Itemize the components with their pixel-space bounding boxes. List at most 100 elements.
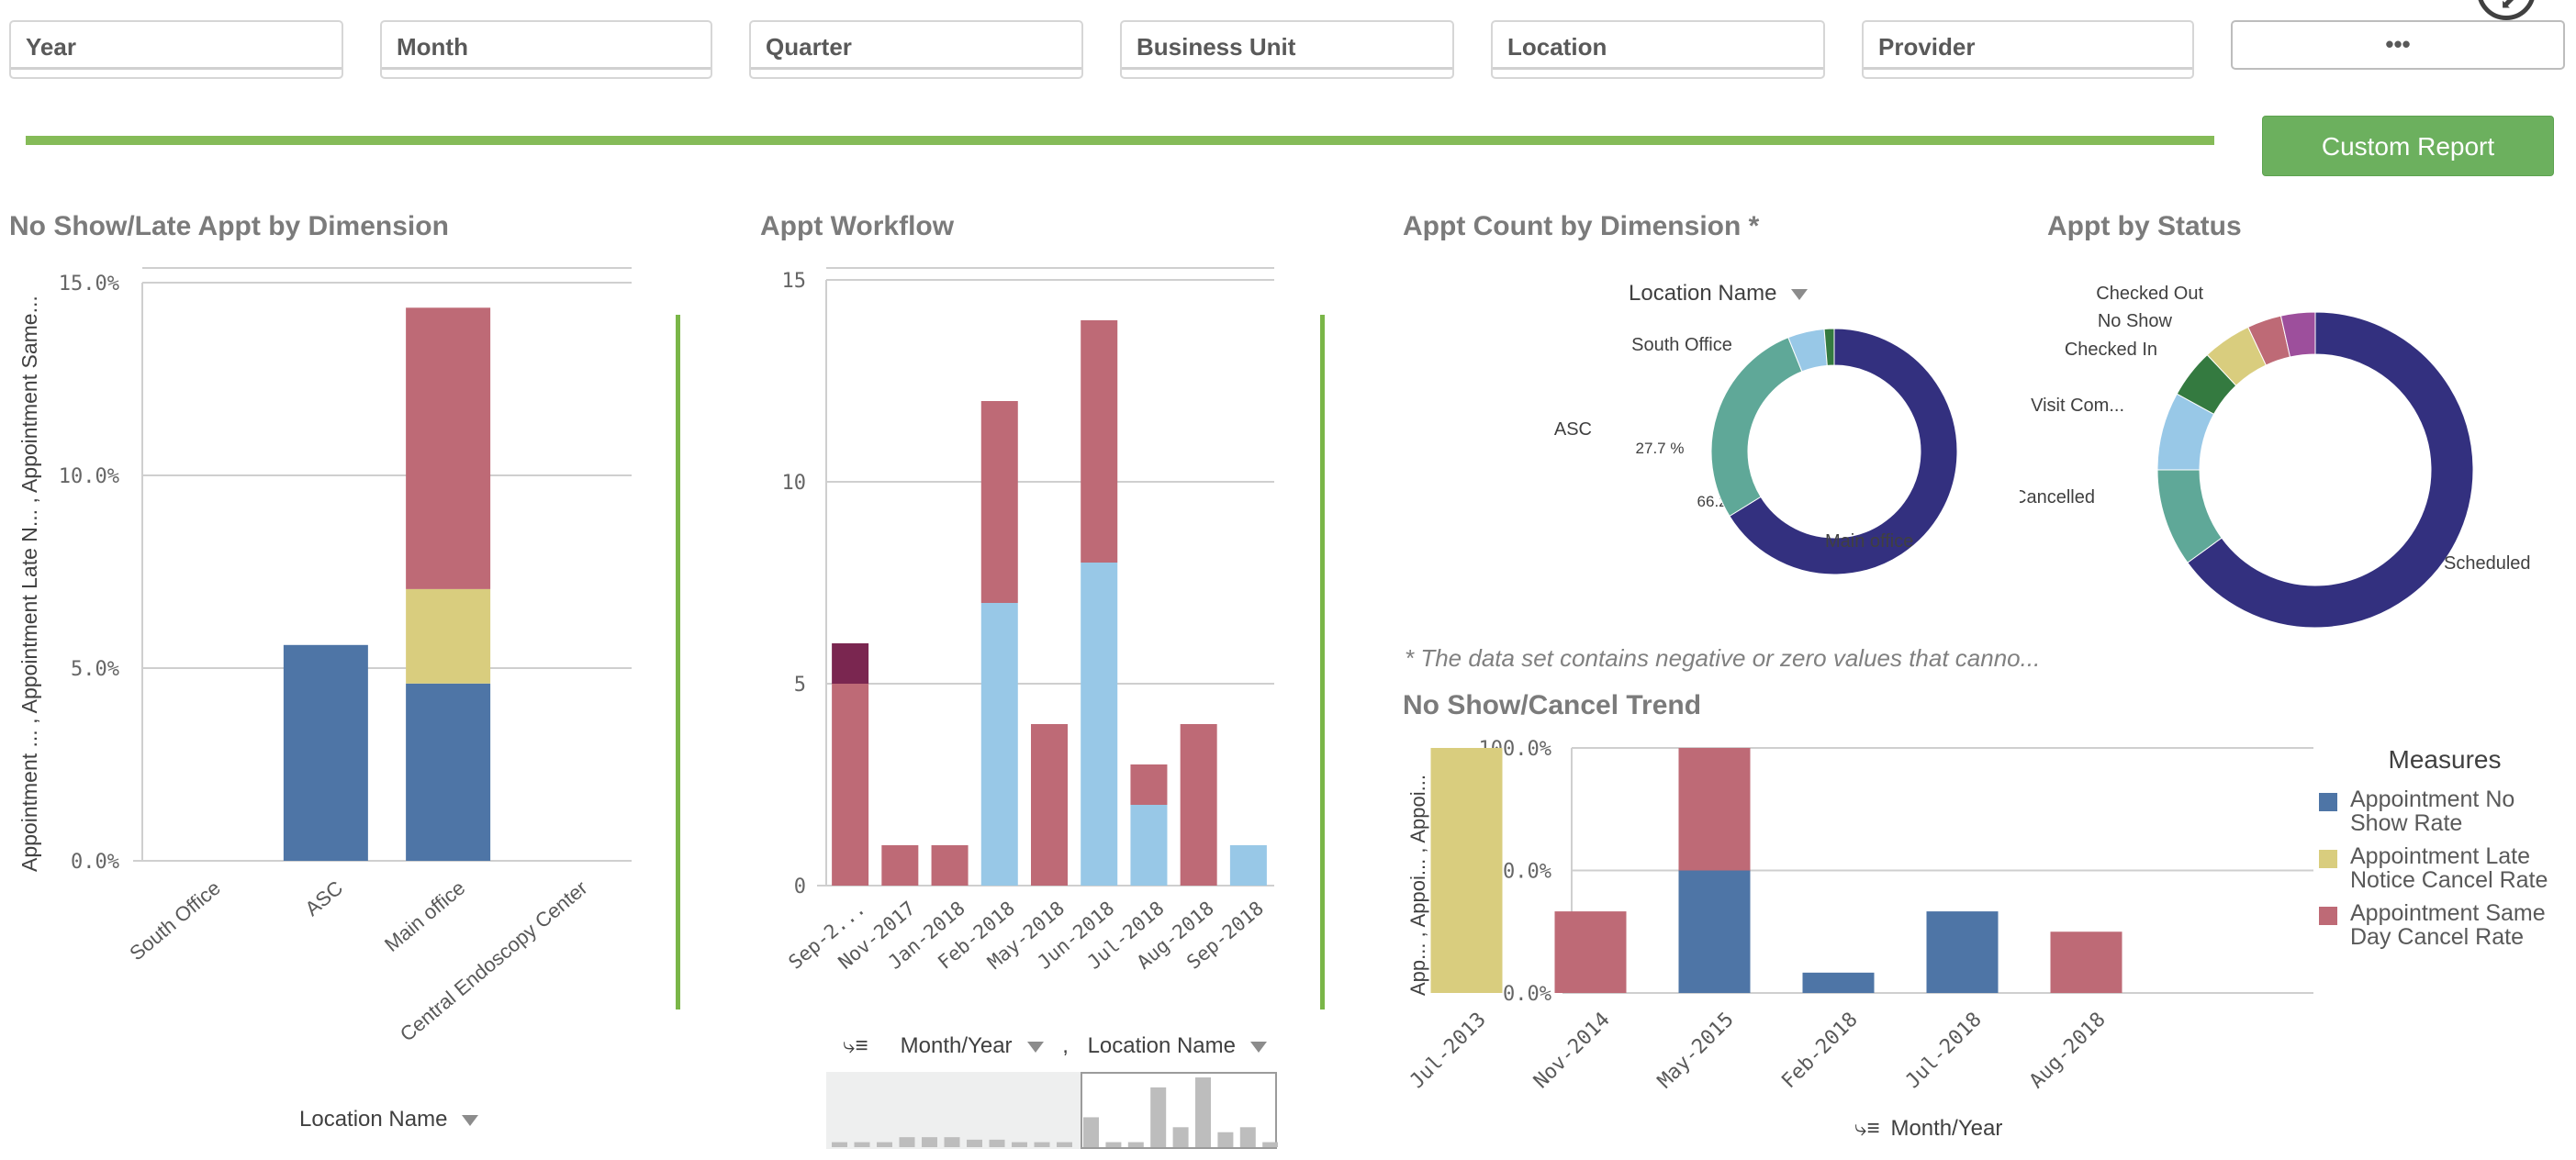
trend-chart[interactable]: 0.0%50.0%100.0%Jul-2013 Nov-2014 May-2015 F… [1395,725,2313,1092]
minimap-bar [1057,1142,1072,1147]
more-filters-button[interactable]: ••• [2231,20,2565,70]
bar-segment [1031,724,1068,886]
slice-label: ASC [1554,419,1592,440]
y-tick-label: 0.0% [1503,983,1551,1006]
minimap-bar [1034,1142,1050,1147]
dimension-selector-location[interactable]: Location Name [1629,281,1809,307]
bar-segment [1229,845,1267,886]
panel-divider [1320,315,1325,1009]
minimap-bar [1083,1117,1099,1147]
slice-label: Checked In [2065,340,2157,360]
dimension-selector-month-year[interactable]: Month/Year [901,1033,1044,1058]
minimap-bar [832,1142,847,1147]
panel-title-workflow: Appt Workflow [760,211,955,241]
filter-label: Business Unit [1137,33,1296,61]
panel-divider [676,315,680,1009]
bar-segment [406,588,491,684]
bar-segment [832,643,869,684]
dimension-selector-location[interactable]: Location Name [1088,1033,1267,1058]
workflow-chart[interactable]: 051015Sep-2...Nov-2017Jan-2018Feb-2018Ma… [734,257,1322,1009]
minimap-bar [877,1142,892,1147]
chevron-down-icon [1250,1041,1267,1053]
filter-business-unit[interactable]: Business Unit [1120,20,1454,79]
slice-label: Checked Out [2096,284,2203,304]
bar-segment [283,644,368,861]
slice-label: Visit Com... [2031,396,2124,416]
donut-slice [1710,337,1803,518]
bar-segment [2050,931,2122,993]
panel-title-status: Appt by Status [2047,211,2242,241]
bar-segment [931,845,969,886]
bar-segment [406,683,491,861]
y-tick-label: 0.0% [71,851,119,874]
slice-label: Cancelled [2020,487,2095,508]
slice-value-label: 27.7 % [1636,440,1685,457]
slice-label: No Show [2098,311,2173,331]
dimension-selector-location[interactable]: Location Name [299,1107,479,1132]
x-category-label: Feb-2018 [1777,1009,1863,1092]
legend-swatch [2319,850,2337,868]
x-category-label: Jul-2018 [1901,1009,1987,1092]
filter-year[interactable]: Year [9,20,343,79]
sort-icon: ⤷≡ [1854,1116,1880,1141]
panel-title-noshow-dimension: No Show/Late Appt by Dimension [9,211,449,241]
minimap-bar [1105,1142,1122,1147]
legend-item[interactable]: Appointment No Show Rate [2313,787,2576,835]
dimension-selector-month-year[interactable]: ⤷≡ Month/Year [1854,1116,2002,1142]
filter-label: Month [397,33,468,61]
minimap-bar [967,1139,982,1147]
bar-segment [1430,748,1503,993]
legend-swatch [2319,793,2337,811]
bar-segment [1554,911,1627,993]
x-category-label: Aug-2018 [2025,1009,2111,1092]
sort-icon[interactable]: ⤷≡ [843,1033,872,1059]
y-tick-label: 15 [782,270,807,293]
x-category-label: Main office [380,876,469,956]
status-donut[interactable]: Scheduled Cancelled Visit Com... Checked In… [2020,275,2576,642]
count-dimension-donut[interactable]: Main office66.2 %ASC27.7 %South Office [1524,312,2038,606]
y-tick-label: 5 [794,674,806,697]
filter-label: Year [26,33,76,61]
filter-location[interactable]: Location [1491,20,1825,79]
x-category-label: South Office [125,876,225,965]
x-category-label: Jul-2013 [1406,1009,1491,1092]
panel-title-trend: No Show/Cancel Trend [1403,690,1702,720]
bar-segment [980,401,1018,603]
minimap-bar [1262,1142,1278,1147]
collapse-icon[interactable]: ⬋ [2477,0,2536,20]
bar-segment [1802,972,1875,993]
minimap-bar [899,1137,915,1147]
footnote: * The data set contains negative or zero… [1405,644,2041,672]
x-category-label: ASC [300,876,347,920]
legend-title: Measures [2388,745,2502,774]
bar-segment [1081,320,1118,563]
x-category-label: May-2015 [1653,1009,1739,1092]
bar-segment [1130,805,1168,886]
noshow-dimension-chart[interactable]: 0.0% 5.0% 10.0% 15.0% South Office ASC Main of… [0,257,679,1046]
slice-label: Scheduled [2444,553,2531,574]
workflow-scroll-minimap[interactable] [826,1072,1278,1149]
filter-quarter[interactable]: Quarter [749,20,1083,79]
bar-segment [1130,764,1168,805]
custom-report-button[interactable]: Custom Report [2262,116,2554,176]
legend-item[interactable]: Appointment Late Notice Cancel Rate [2313,844,2576,892]
minimap-bar [1239,1127,1256,1147]
filter-label: Quarter [766,33,852,61]
slice-label: South Office [1631,335,1732,355]
filter-month[interactable]: Month [380,20,712,79]
legend-item[interactable]: Appointment Same Day Cancel Rate [2313,901,2576,949]
minimap-bar [922,1137,937,1147]
minimap-bar [854,1142,870,1147]
bar-segment [1926,911,1999,993]
filter-provider[interactable]: Provider [1862,20,2194,79]
bar-segment [980,603,1018,886]
trend-legend: Measures Appointment No Show Rate Appoin… [2313,745,2576,958]
chevron-down-icon [462,1114,479,1126]
panel-title-count-dimension: Appt Count by Dimension * [1403,211,1760,241]
dimension-selectors: ⤷≡ Month/Year , Location Name [843,1033,1267,1059]
y-axis-title: App... , Appoi... , Appoi... [1406,775,1429,996]
minimap-bar [1172,1127,1189,1147]
y-tick-label: 15.0% [59,273,119,296]
bar-segment [406,307,491,589]
bar-segment [1678,748,1751,871]
